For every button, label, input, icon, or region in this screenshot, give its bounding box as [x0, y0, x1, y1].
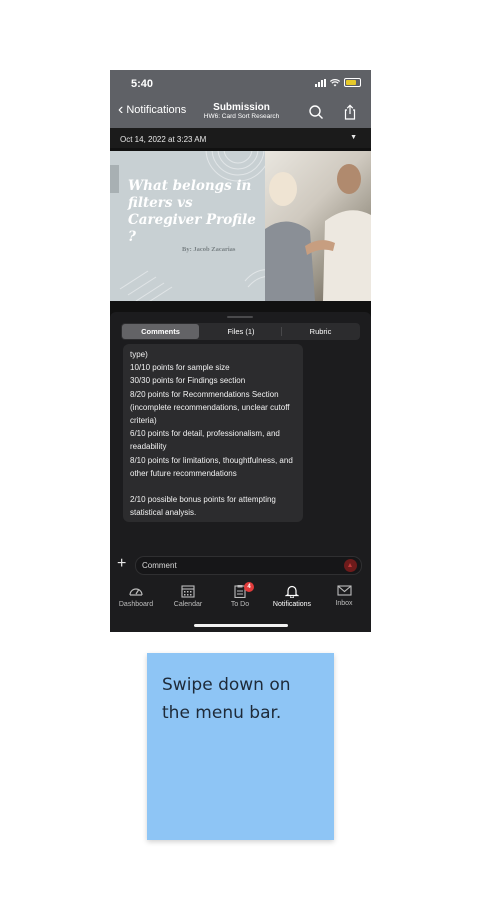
status-time: 5:40 — [131, 78, 154, 90]
send-button[interactable] — [344, 559, 357, 572]
dashboard-icon — [129, 588, 143, 596]
tab-todo-label: To Do — [230, 601, 250, 608]
submission-date: Oct 14, 2022 at 3:23 AM — [120, 135, 207, 144]
tab-notifications[interactable]: Notifications — [266, 584, 318, 608]
slide-marker — [110, 165, 119, 193]
instruction-text: Swipe down on the menu bar. — [162, 675, 291, 723]
tab-notifications-label: Notifications — [272, 601, 312, 608]
tab-rubric[interactable]: Rubric — [282, 324, 359, 339]
page-title: Submission — [213, 102, 270, 113]
back-label: Notifications — [126, 104, 187, 116]
status-bar: 5:40 — [110, 70, 371, 96]
sheet-grabber[interactable] — [227, 316, 253, 318]
chevron-left-icon: ‹ — [118, 101, 124, 118]
comment-text: type) 10/10 points for sample size 30/30… — [130, 350, 293, 518]
bell-icon — [285, 585, 299, 598]
comment-bubble: type) 10/10 points for sample size 30/30… — [123, 344, 303, 522]
photo-image — [265, 151, 371, 301]
page-subtitle: HW6: Card Sort Research — [203, 113, 280, 120]
triangle-down-icon[interactable]: ▼ — [350, 134, 357, 141]
tab-inbox-label: Inbox — [335, 600, 353, 607]
slide-author: By: Jacob Zacarias — [182, 246, 236, 253]
tab-bar: Dashboard Calendar 4 To Do Notifications… — [110, 578, 371, 632]
comments-sheet: Comments Files (1) Rubric type) 10/10 po… — [110, 312, 371, 556]
envelope-icon — [336, 585, 352, 596]
slide-title: What belongs in filters vs Caregiver Pro… — [128, 178, 256, 245]
tab-inbox[interactable]: Inbox — [318, 584, 370, 607]
battery-icon — [344, 78, 361, 87]
todo-badge: 4 — [244, 582, 254, 592]
back-button[interactable]: ‹ Notifications — [118, 101, 187, 118]
comment-input[interactable]: Comment — [135, 556, 362, 575]
nav-bar: ‹ Notifications Submission HW6: Card Sor… — [110, 96, 371, 128]
status-icons — [315, 78, 361, 87]
instruction-note: Swipe down on the menu bar. — [147, 653, 334, 840]
tab-files[interactable]: Files (1) — [201, 324, 281, 339]
home-indicator — [194, 624, 288, 627]
nav-title-block: Submission HW6: Card Sort Research — [194, 102, 289, 120]
wifi-icon — [330, 78, 340, 86]
tab-comments[interactable]: Comments — [122, 324, 199, 339]
tab-dashboard[interactable]: Dashboard — [110, 584, 162, 608]
phone-screen: 5:40 ‹ Notifications Submission HW6: Car… — [110, 70, 371, 632]
share-icon[interactable] — [342, 104, 358, 120]
tab-calendar-label: Calendar — [173, 601, 203, 608]
search-icon[interactable] — [308, 104, 324, 120]
submission-preview[interactable]: What belongs in filters vs Caregiver Pro… — [110, 151, 371, 301]
calendar-icon — [181, 585, 195, 598]
signal-icon — [315, 78, 326, 87]
comment-placeholder: Comment — [142, 561, 177, 570]
submission-date-bar[interactable]: Oct 14, 2022 at 3:23 AM ▼ — [110, 128, 371, 148]
tab-calendar[interactable]: Calendar — [162, 584, 214, 608]
tab-todo[interactable]: 4 To Do — [214, 582, 266, 608]
tab-dashboard-label: Dashboard — [118, 601, 154, 608]
add-attachment-button[interactable]: + — [117, 555, 126, 573]
segmented-control: Comments Files (1) Rubric — [121, 323, 360, 340]
comment-bar: + Comment — [110, 551, 371, 578]
